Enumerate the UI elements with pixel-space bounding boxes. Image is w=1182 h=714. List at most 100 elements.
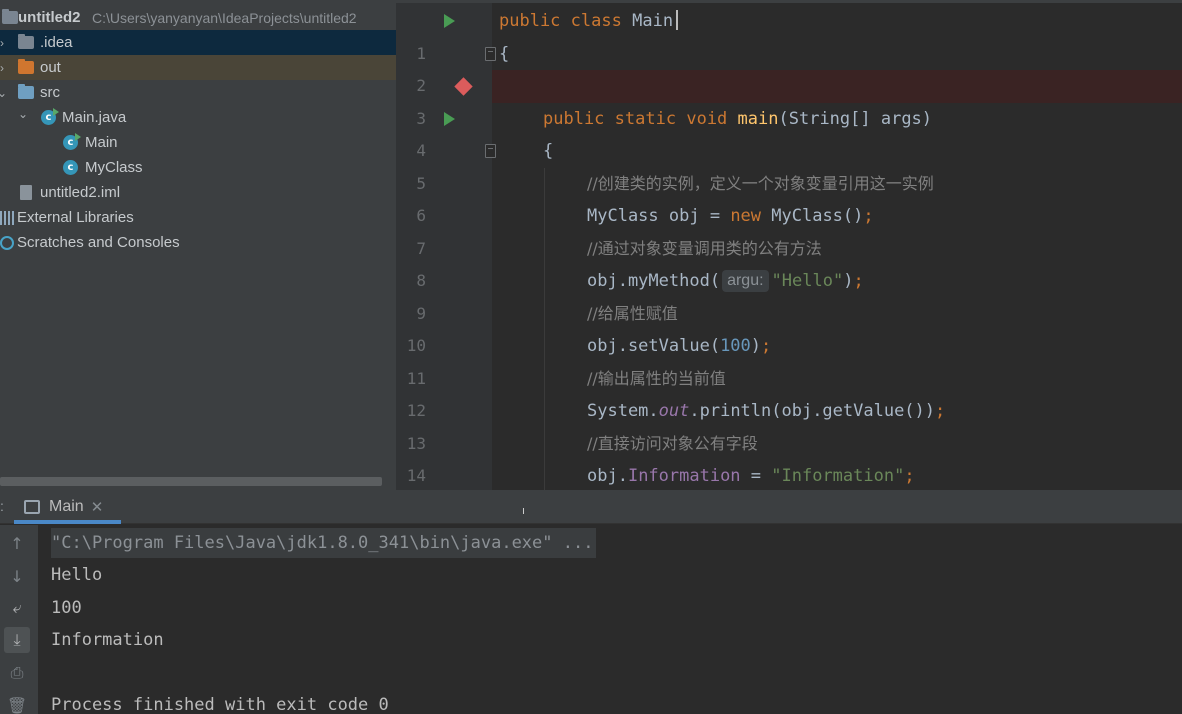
- tree-item-iml[interactable]: untitled2.iml: [0, 180, 396, 205]
- code-comment: //创建类的实例，定义一个对象变量引用这一实例: [587, 173, 934, 193]
- run-gutter-icon[interactable]: [444, 111, 455, 126]
- code-token: .println(obj.getValue()): [689, 401, 936, 421]
- tree-item-main-class[interactable]: c Main: [0, 130, 396, 155]
- tree-item-label: out: [40, 59, 61, 76]
- code-string: "Information": [771, 466, 905, 486]
- tree-item-idea[interactable]: › .idea: [0, 30, 396, 55]
- code-line[interactable]: 12 //输出属性的当前值: [396, 362, 1182, 420]
- tree-item-main-java[interactable]: ⌄ c Main.java: [0, 105, 396, 130]
- chevron-right-icon[interactable]: ›: [0, 36, 8, 50]
- code-line[interactable]: 4 public static void main(String[] args): [396, 103, 1182, 161]
- code-token: new: [730, 206, 762, 226]
- folder-icon: [18, 59, 34, 74]
- code-line[interactable]: 5 {: [396, 135, 1182, 193]
- code-field: out: [658, 401, 690, 421]
- text-caret: [676, 10, 679, 30]
- libraries-icon: [0, 211, 14, 225]
- chevron-right-icon[interactable]: ›: [0, 61, 8, 75]
- run-gutter-icon[interactable]: [444, 14, 455, 28]
- run-toolbar: ↑ ↓ ⤶ ⤓ ⎙ 🗑: [0, 525, 38, 714]
- code-token: obj.: [587, 466, 628, 486]
- code-token: class: [570, 11, 622, 31]
- scroll-to-end-icon[interactable]: ⤓: [4, 627, 30, 653]
- console-command-line[interactable]: "C:\Program Files\Java\jdk1.8.0_341\bin\…: [51, 528, 597, 558]
- code-token: System.: [587, 401, 659, 421]
- code-line[interactable]: 13 System.out.println(obj.getValue());: [396, 395, 1182, 453]
- soft-wrap-icon[interactable]: ⤶: [4, 595, 30, 621]
- code-token: ;: [904, 466, 915, 486]
- tree-item-label: src: [40, 84, 60, 101]
- arrow-up-icon[interactable]: ↑: [4, 530, 30, 556]
- chevron-down-icon[interactable]: ⌄: [17, 107, 29, 121]
- code-token: public: [499, 11, 561, 31]
- folder-icon: [18, 34, 34, 49]
- options-icon[interactable]: :: [0, 498, 4, 514]
- divider: [523, 508, 524, 514]
- code-line[interactable]: 7 MyClass obj = new MyClass();: [396, 200, 1182, 258]
- project-root-row[interactable]: untitled2 C:\Users\yanyanyan\IdeaProject…: [0, 5, 396, 30]
- tree-item-scratches[interactable]: Scratches and Consoles: [0, 230, 396, 255]
- console-output-line: Hello: [51, 565, 103, 585]
- code-line[interactable]: 11 obj.setValue(100);: [396, 330, 1182, 388]
- code-line[interactable]: 10 //给属性赋值: [396, 297, 1182, 355]
- tab-label: Main: [49, 498, 84, 515]
- tree-item-external-libraries[interactable]: External Libraries: [0, 205, 396, 230]
- tree-item-label: untitled2.iml: [40, 184, 121, 201]
- close-icon[interactable]: ✕: [91, 498, 104, 516]
- source-folder-icon: [18, 84, 34, 99]
- code-token: ;: [863, 206, 874, 226]
- code-line[interactable]: 14 //直接访问对象公有字段: [396, 427, 1182, 485]
- indent-guide: [544, 265, 545, 298]
- code-line[interactable]: 6 //创建类的实例，定义一个对象变量引用这一实例: [396, 167, 1182, 225]
- module-file-icon: [20, 185, 32, 200]
- java-class-icon: c: [63, 160, 78, 175]
- arrow-down-icon[interactable]: ↓: [4, 563, 30, 589]
- project-root-path: C:\Users\yanyanyan\IdeaProjects\untitled…: [92, 9, 357, 26]
- code-token: {: [543, 141, 554, 161]
- code-token: MyClass(): [761, 206, 864, 226]
- code-line[interactable]: 15 obj.Information = "Information";: [396, 460, 1182, 490]
- java-class-icon: c: [63, 133, 81, 150]
- tree-item-label: Main: [85, 134, 118, 151]
- code-comment: //通过对象变量调用类的公有方法: [587, 238, 822, 258]
- code-token: Main: [632, 11, 674, 31]
- code-line[interactable]: 8 //通过对象变量调用类的公有方法: [396, 232, 1182, 290]
- code-line[interactable]: 9 obj.myMethod(argu: "Hello");: [396, 265, 1182, 323]
- run-console-icon: [24, 500, 40, 514]
- code-field: Information: [627, 466, 741, 486]
- console-output[interactable]: "C:\Program Files\Java\jdk1.8.0_341\bin\…: [38, 525, 1182, 714]
- console-output-line: 100: [51, 598, 82, 618]
- tree-item-out[interactable]: › out: [0, 55, 396, 80]
- folder-icon: [2, 9, 18, 24]
- trash-icon[interactable]: 🗑: [4, 692, 30, 714]
- tree-item-src[interactable]: ⌄ src: [0, 80, 396, 105]
- tab-main[interactable]: Main ✕: [24, 490, 103, 524]
- horizontal-scrollbar[interactable]: [0, 477, 382, 486]
- tree-item-label: MyClass: [85, 159, 143, 176]
- tree-item-label: Main.java: [62, 109, 127, 126]
- code-token: obj.myMethod(: [587, 271, 721, 291]
- project-tool-window: untitled2 C:\Users\yanyanyan\IdeaProject…: [0, 0, 396, 490]
- tree-item-label: External Libraries: [17, 209, 134, 226]
- code-token: =: [740, 466, 772, 486]
- indent-guide: [544, 297, 545, 330]
- code-line[interactable]: 2 {: [396, 38, 1182, 96]
- indent-guide: [544, 330, 545, 363]
- code-number: 100: [720, 336, 751, 356]
- tab-selected-indicator: [14, 520, 121, 524]
- parameter-hint: argu:: [722, 270, 769, 292]
- code-token: public: [543, 108, 605, 129]
- editor-top-border: [396, 0, 1182, 3]
- breakpoint-icon[interactable]: [454, 77, 473, 96]
- indent-guide: [544, 362, 545, 395]
- code-line[interactable]: 1 public class Main: [396, 5, 1182, 63]
- java-class-icon: c: [41, 108, 59, 125]
- code-line[interactable]: 3: [396, 70, 1182, 128]
- code-token: ): [843, 271, 854, 291]
- indent-guide: [544, 427, 545, 460]
- chevron-down-icon[interactable]: ⌄: [0, 86, 8, 100]
- tree-item-myclass[interactable]: c MyClass: [0, 155, 396, 180]
- print-icon[interactable]: ⎙: [4, 660, 30, 686]
- code-token: (String[] args): [778, 108, 933, 129]
- code-editor[interactable]: 1 public class Main 2 { 3 4 public stati…: [396, 0, 1182, 490]
